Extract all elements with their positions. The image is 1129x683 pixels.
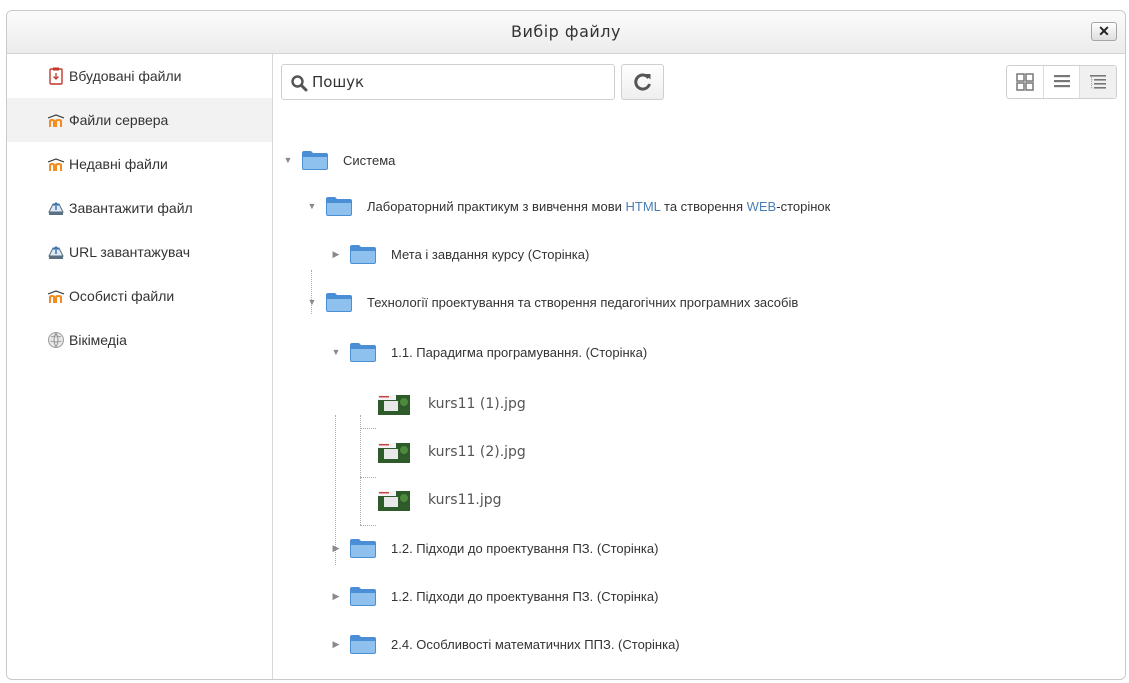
refresh-icon bbox=[634, 73, 651, 91]
upload-icon bbox=[48, 246, 64, 259]
sidebar-item-label: Особисті файли bbox=[69, 288, 175, 304]
tree-file[interactable]: kurs11.jpg bbox=[378, 486, 502, 514]
label-highlight: HTML bbox=[625, 198, 661, 214]
file-name: kurs11.jpg bbox=[428, 492, 502, 508]
search-box bbox=[281, 64, 615, 100]
close-button[interactable]: ✕ bbox=[1091, 22, 1117, 41]
tree-connector bbox=[360, 477, 376, 478]
label-highlight: WEB bbox=[746, 198, 777, 214]
dialog-title: Вибір файлу bbox=[510, 22, 621, 41]
tree-connector bbox=[360, 415, 361, 525]
file-browser-main: ▼ Система ▼ Лабораторний практикум з вив… bbox=[273, 54, 1125, 679]
folder-icon bbox=[350, 245, 376, 264]
embedded-files-icon bbox=[49, 67, 63, 85]
tree-node-label: 1.1. Парадигма програмування. (Сторінка) bbox=[391, 344, 648, 360]
sidebar-item-label: URL завантажувач bbox=[69, 244, 190, 260]
sidebar-item-label: Завантажити файл bbox=[69, 200, 193, 216]
moodle-icon bbox=[47, 290, 65, 303]
moodle-icon bbox=[47, 158, 65, 171]
tree-node-course[interactable]: ▼ Лабораторний практикум з вивчення мови… bbox=[307, 194, 830, 218]
folder-icon bbox=[350, 539, 376, 558]
sidebar-item-wikimedia[interactable]: Вікімедіа bbox=[7, 318, 272, 362]
moodle-icon bbox=[47, 114, 65, 127]
tree-node-label: Система bbox=[343, 152, 396, 168]
tree-node-label: Лабораторний практикум з вивчення мови H… bbox=[367, 199, 830, 214]
expanded-arrow-icon[interactable]: ▼ bbox=[283, 155, 293, 165]
tree-node-label: Мета і завдання курсу (Сторінка) bbox=[391, 246, 590, 262]
folder-tree: ▼ Система ▼ Лабораторний практикум з вив… bbox=[273, 110, 1125, 679]
tree-node-course[interactable]: ▼ Технології проектування та створення п… bbox=[307, 290, 798, 314]
tree-node-label: 1.2. Підходи до проектування ПЗ. (Сторін… bbox=[391, 540, 659, 556]
sidebar-item-server-files[interactable]: Файли сервера bbox=[7, 98, 272, 142]
folder-icon bbox=[350, 587, 376, 606]
expanded-arrow-icon[interactable]: ▼ bbox=[307, 201, 317, 211]
expanded-arrow-icon[interactable]: ▼ bbox=[307, 297, 317, 307]
tree-node-page[interactable]: ▼ 1.1. Парадигма програмування. (Сторінк… bbox=[331, 340, 647, 364]
collapsed-arrow-icon[interactable]: ▶ bbox=[331, 543, 341, 554]
tree-file[interactable]: kurs11 (1).jpg bbox=[378, 390, 526, 418]
search-icon bbox=[291, 75, 308, 92]
tree-node-page[interactable]: ▶ 1.2. Підходи до проектування ПЗ. (Стор… bbox=[331, 584, 658, 608]
sidebar-item-embedded-files[interactable]: Вбудовані файли bbox=[7, 54, 272, 98]
sidebar-item-label: Файли сервера bbox=[69, 112, 169, 128]
expanded-arrow-icon[interactable]: ▼ bbox=[331, 347, 341, 357]
search-input[interactable] bbox=[312, 71, 602, 93]
collapsed-arrow-icon[interactable]: ▶ bbox=[331, 249, 341, 260]
folder-icon bbox=[350, 343, 376, 362]
repository-sidebar: Вбудовані файли Файли сервера Недавні фа… bbox=[7, 54, 273, 679]
folder-icon bbox=[326, 197, 352, 216]
wikimedia-icon bbox=[48, 332, 64, 348]
file-picker-dialog: Вибір файлу ✕ Вбудовані файли Файли серв… bbox=[6, 10, 1126, 680]
collapsed-arrow-icon[interactable]: ▶ bbox=[331, 591, 341, 602]
file-toolbar bbox=[273, 54, 1125, 110]
folder-icon bbox=[302, 151, 328, 170]
folder-icon bbox=[350, 635, 376, 654]
tree-node-page[interactable]: ▶ 2.4. Особливості математичних ППЗ. (Ст… bbox=[331, 632, 680, 656]
tree-node-system[interactable]: ▼ Система bbox=[283, 148, 395, 172]
sidebar-item-recent-files[interactable]: Недавні файли bbox=[7, 142, 272, 186]
tree-node-page[interactable]: ▶ Мета і завдання курсу (Сторінка) bbox=[331, 242, 589, 266]
dialog-titlebar: Вибір файлу ✕ bbox=[7, 11, 1125, 54]
tree-view-button[interactable] bbox=[1080, 66, 1117, 98]
file-name: kurs11 (2).jpg bbox=[428, 444, 526, 460]
image-thumbnail-icon bbox=[378, 395, 410, 415]
sidebar-item-label: Вбудовані файли bbox=[69, 68, 182, 84]
sidebar-item-label: Недавні файли bbox=[69, 156, 168, 172]
icons-view-icon bbox=[1016, 73, 1034, 91]
label-text: Лабораторний практикум з вивчення мови bbox=[367, 198, 626, 214]
list-view-button[interactable] bbox=[1044, 66, 1081, 98]
list-view-icon bbox=[1053, 75, 1070, 88]
view-mode-switcher bbox=[1006, 65, 1117, 99]
tree-view-icon bbox=[1090, 75, 1107, 89]
sidebar-item-upload-file[interactable]: Завантажити файл bbox=[7, 186, 272, 230]
image-thumbnail-icon bbox=[378, 443, 410, 463]
upload-icon bbox=[48, 202, 64, 215]
tree-node-label: Технології проектування та створення пед… bbox=[367, 294, 799, 310]
image-thumbnail-icon bbox=[378, 491, 410, 511]
tree-connector bbox=[360, 525, 376, 526]
collapsed-arrow-icon[interactable]: ▶ bbox=[331, 639, 341, 650]
sidebar-item-label: Вікімедіа bbox=[69, 332, 127, 348]
tree-connector bbox=[360, 428, 376, 429]
label-text: та створення bbox=[660, 198, 747, 214]
tree-file[interactable]: kurs11 (2).jpg bbox=[378, 438, 526, 466]
label-text: -сторінок bbox=[776, 198, 831, 214]
folder-icon bbox=[326, 293, 352, 312]
sidebar-item-url-downloader[interactable]: URL завантажувач bbox=[7, 230, 272, 274]
tree-node-label: 2.4. Особливості математичних ППЗ. (Стор… bbox=[391, 636, 680, 652]
tree-node-label: 1.2. Підходи до проектування ПЗ. (Сторін… bbox=[391, 588, 659, 604]
file-name: kurs11 (1).jpg bbox=[428, 396, 526, 412]
tree-node-page[interactable]: ▶ 1.2. Підходи до проектування ПЗ. (Стор… bbox=[331, 536, 658, 560]
icons-view-button[interactable] bbox=[1007, 66, 1044, 98]
refresh-button[interactable] bbox=[621, 64, 664, 100]
sidebar-item-private-files[interactable]: Особисті файли bbox=[7, 274, 272, 318]
